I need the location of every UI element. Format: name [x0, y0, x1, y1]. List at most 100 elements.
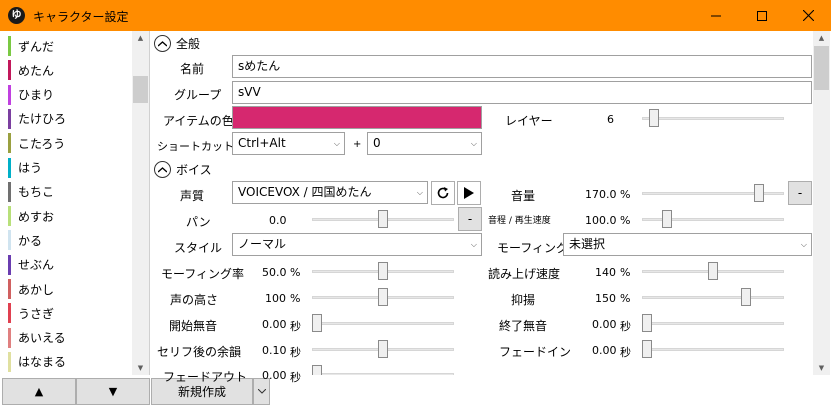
- list-item-label: かる: [18, 233, 43, 248]
- end-silence-value: 0.00: [592, 318, 617, 331]
- layer-value: 6: [607, 113, 614, 126]
- list-item-label: ずんだ: [18, 39, 55, 54]
- intonation-label: 抑揚: [511, 293, 536, 307]
- morph-value: 未選択: [569, 237, 606, 251]
- item-color-picker[interactable]: [232, 106, 482, 129]
- character-list[interactable]: ずんだめたんひまりたけひろ こたろうはうもちこ めすおかるせぶんあかしうさぎ あいえる…: [0, 31, 150, 375]
- shortcut-modifier-select[interactable]: Ctrl+Alt ⌵: [232, 132, 345, 155]
- scroll-up-arrow-icon[interactable]: ▲: [813, 31, 830, 45]
- settings-scrollbar[interactable]: ▲ ▼: [813, 31, 830, 375]
- character-color-swatch: [8, 351, 11, 372]
- list-item[interactable]: もちこ: [8, 180, 132, 204]
- scroll-up-arrow-icon[interactable]: ▲: [132, 31, 149, 45]
- group-input[interactable]: sVV: [232, 81, 812, 104]
- volume-reset-button[interactable]: -: [788, 181, 812, 205]
- character-color-swatch: [8, 181, 11, 202]
- list-item-label: はう: [18, 161, 43, 175]
- chevron-down-icon: ⌵: [470, 139, 477, 148]
- new-character-dropdown[interactable]: [253, 378, 270, 405]
- list-item[interactable]: たけひろ: [8, 107, 132, 131]
- voice-value: VOICEVOX / 四国めたん: [238, 185, 372, 199]
- general-section-header[interactable]: 全般: [154, 35, 200, 52]
- pitch-speed-label: 音程 / 再生速度: [488, 216, 551, 226]
- list-item[interactable]: あいえる: [8, 326, 132, 350]
- play-icon: [464, 187, 474, 199]
- start-silence-slider[interactable]: [312, 313, 454, 333]
- name-label: 名前: [180, 62, 205, 76]
- window-title: キャラクター設定: [33, 10, 129, 24]
- pan-slider[interactable]: [312, 209, 454, 229]
- speed-label: 読み上げ速度: [488, 267, 561, 281]
- maximize-button[interactable]: [739, 0, 785, 31]
- scroll-thumb[interactable]: [814, 46, 829, 90]
- fade-out-slider[interactable]: [312, 364, 454, 375]
- after-line-unit: 秒: [290, 346, 301, 359]
- scroll-down-arrow-icon[interactable]: ▼: [813, 361, 830, 375]
- style-select[interactable]: ノーマル ⌵: [232, 233, 482, 256]
- end-silence-slider[interactable]: [642, 313, 784, 333]
- pitch-slider[interactable]: [312, 287, 454, 307]
- pan-reset-button[interactable]: -: [458, 207, 482, 231]
- fade-out-unit: 秒: [290, 371, 301, 384]
- after-line-slider[interactable]: [312, 339, 454, 359]
- list-item[interactable]: ひまり: [8, 83, 132, 107]
- move-up-button[interactable]: ▲: [2, 378, 76, 405]
- list-item-label: あかし: [18, 282, 55, 297]
- voice-section-header[interactable]: ボイス: [154, 161, 212, 178]
- pitch-unit: %: [290, 292, 301, 305]
- layer-slider[interactable]: [642, 108, 784, 128]
- close-icon: [802, 10, 814, 21]
- morph-label: モーフィング: [497, 241, 569, 255]
- intonation-slider[interactable]: [642, 287, 784, 307]
- fade-in-label: フェードイン: [499, 345, 572, 359]
- character-color-swatch: [8, 157, 11, 178]
- volume-slider[interactable]: [642, 183, 784, 203]
- start-silence-value: 0.00: [262, 318, 287, 331]
- move-down-button[interactable]: ▼: [76, 378, 150, 405]
- refresh-icon: [437, 187, 449, 199]
- list-item[interactable]: あかし: [8, 277, 132, 301]
- pitch-speed-unit: %: [620, 214, 631, 227]
- minimize-button[interactable]: [693, 0, 739, 31]
- list-item[interactable]: こたろう: [8, 131, 132, 155]
- pan-value: 0.0: [269, 214, 287, 227]
- list-item[interactable]: はう: [8, 156, 132, 180]
- list-item[interactable]: うさぎ: [8, 301, 132, 325]
- pitch-value: 100: [265, 292, 286, 305]
- list-item-label: めたん: [18, 63, 55, 78]
- morph-rate-value: 50.0: [262, 266, 287, 279]
- play-sample-button[interactable]: [457, 181, 481, 205]
- scroll-down-arrow-icon[interactable]: ▼: [132, 361, 149, 375]
- list-item[interactable]: めすお: [8, 204, 132, 228]
- name-input[interactable]: sめたん: [232, 55, 812, 78]
- collapse-up-icon[interactable]: [154, 161, 171, 178]
- list-item[interactable]: はなまる: [8, 350, 132, 374]
- shortcut-key-select[interactable]: 0 ⌵: [367, 132, 482, 155]
- morph-select[interactable]: 未選択 ⌵: [563, 233, 812, 256]
- item-color-label: アイテムの色: [163, 114, 234, 128]
- after-line-label: セリフ後の余韻: [157, 345, 242, 359]
- list-item[interactable]: かる: [8, 228, 132, 252]
- voice-heading: ボイス: [176, 163, 212, 177]
- morph-rate-slider[interactable]: [312, 261, 454, 281]
- chevron-down-icon: ⌵: [416, 188, 423, 197]
- close-button[interactable]: [785, 0, 831, 31]
- list-item-label: ひまり: [18, 88, 55, 103]
- speed-value: 140: [595, 266, 616, 279]
- pitch-speed-slider[interactable]: [642, 209, 784, 229]
- speed-slider[interactable]: [642, 261, 784, 281]
- character-color-swatch: [8, 36, 11, 56]
- refresh-voice-button[interactable]: [431, 181, 455, 205]
- list-item[interactable]: ずんだ: [8, 34, 132, 58]
- fade-in-slider[interactable]: [642, 339, 784, 359]
- list-item[interactable]: せぶん: [8, 253, 132, 277]
- character-color-swatch: [8, 279, 11, 299]
- character-list-scrollbar[interactable]: ▲ ▼: [132, 31, 149, 375]
- voice-select[interactable]: VOICEVOX / 四国めたん ⌵: [232, 181, 428, 204]
- collapse-up-icon[interactable]: [154, 35, 171, 52]
- general-heading: 全般: [176, 37, 201, 51]
- pitch-label: 声の高さ: [170, 293, 219, 307]
- maximize-icon: [757, 10, 767, 21]
- list-item[interactable]: めたん: [8, 58, 132, 82]
- scroll-thumb[interactable]: [133, 76, 148, 103]
